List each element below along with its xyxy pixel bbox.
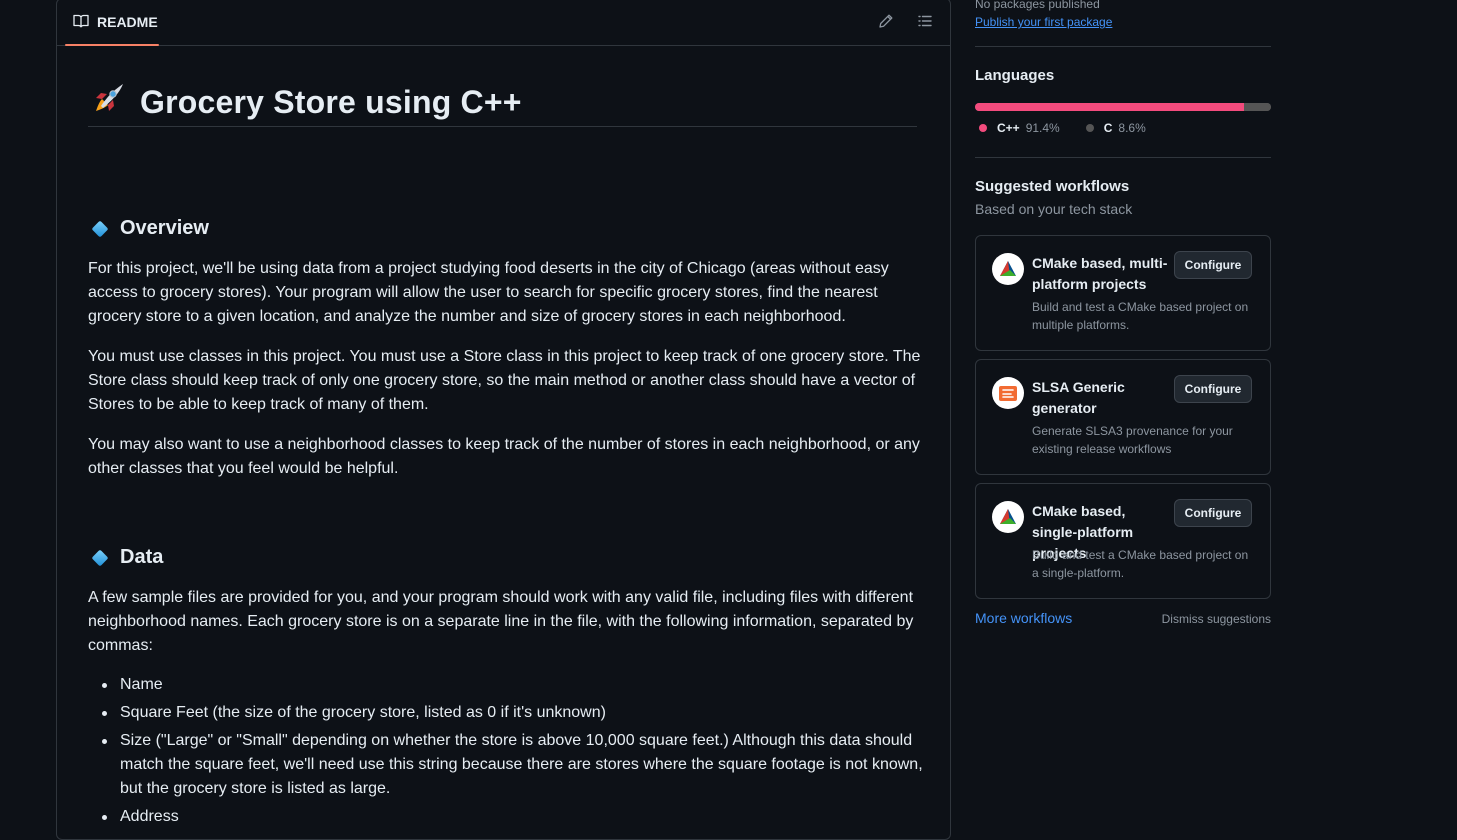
- overview-paragraph-2: You must use classes in this project. Yo…: [88, 348, 921, 413]
- rocket-icon: [88, 81, 126, 124]
- diamond-icon: [91, 549, 109, 566]
- workflow-card-slsa: SLSA Generic generator Configure Generat…: [975, 359, 1271, 475]
- languages-bar: [975, 103, 1271, 111]
- language-bar-segment-cpp: [975, 103, 1244, 111]
- outline-list-icon[interactable]: [915, 11, 935, 31]
- edit-pencil-icon[interactable]: [876, 11, 896, 31]
- language-item-cpp[interactable]: C++ 91.4%: [975, 121, 1060, 135]
- dismiss-suggestions-button[interactable]: Dismiss suggestions: [1162, 612, 1271, 626]
- languages-legend: C++ 91.4% C 8.6%: [975, 121, 1146, 135]
- readme-tab-label: README: [97, 14, 158, 30]
- overview-paragraph-1: For this project, we'll be using data fr…: [88, 260, 889, 325]
- list-item: Square Feet (the size of the grocery sto…: [88, 701, 923, 725]
- language-dot: [1085, 124, 1094, 132]
- readme-title: Grocery Store using C++: [140, 84, 522, 120]
- data-heading-text: Data: [120, 546, 164, 568]
- list-item: Name: [88, 673, 923, 697]
- overview-paragraph-3: You may also want to use a neighborhood …: [88, 436, 920, 477]
- configure-button[interactable]: Configure: [1174, 499, 1252, 527]
- cmake-icon: [992, 501, 1024, 533]
- language-percent: 8.6%: [1118, 121, 1146, 135]
- cmake-icon: [992, 253, 1024, 285]
- divider: [975, 157, 1271, 158]
- data-paragraph: A few sample files are provided for you,…: [88, 589, 914, 654]
- language-item-c[interactable]: C 8.6%: [1082, 121, 1146, 135]
- packages-status: No packages published: [975, 0, 1100, 11]
- slsa-icon: [992, 377, 1024, 409]
- configure-button[interactable]: Configure: [1174, 251, 1252, 279]
- overview-heading-text: Overview: [120, 217, 209, 239]
- languages-heading: Languages: [975, 67, 1055, 84]
- readme-tab[interactable]: README: [65, 0, 159, 46]
- more-workflows-link[interactable]: More workflows: [975, 610, 1072, 626]
- readme-header: README: [57, 0, 950, 46]
- overview-heading: Overview: [88, 217, 209, 240]
- list-item: Address: [88, 805, 923, 829]
- list-item: Size ("Large" or "Small" depending on wh…: [88, 729, 923, 801]
- readme-card: README Grocery Store using C++ Overview …: [56, 0, 951, 840]
- language-bar-segment-c: [1245, 103, 1271, 111]
- language-percent: 91.4%: [1025, 121, 1060, 135]
- workflow-description: Generate SLSA3 provenance for your exist…: [1032, 424, 1233, 456]
- language-dot: [979, 124, 987, 132]
- readme-title-row: Grocery Store using C++: [88, 78, 917, 127]
- diamond-icon: [91, 220, 109, 237]
- workflow-card-cmake-single: CMake based, single-platform projects Co…: [975, 483, 1271, 599]
- workflows-subheading: Based on your tech stack: [975, 201, 1133, 217]
- language-name: C: [1103, 121, 1113, 135]
- workflow-description: Build and test a CMake based project on …: [1032, 300, 1249, 332]
- workflow-card-cmake-multi: CMake based, multi-platform projects Con…: [975, 235, 1271, 351]
- workflow-description: Build and test a CMake based project on …: [1032, 548, 1249, 580]
- data-fields-list: Name Square Feet (the size of the grocer…: [88, 673, 923, 833]
- configure-button[interactable]: Configure: [1174, 375, 1252, 403]
- divider: [975, 46, 1271, 47]
- workflows-heading: Suggested workflows: [975, 178, 1130, 195]
- workflow-title[interactable]: CMake based, multi-platform projects: [1032, 253, 1172, 295]
- book-icon: [73, 13, 89, 32]
- language-name: C++: [997, 121, 1020, 135]
- publish-package-link[interactable]: Publish your first package: [975, 15, 1112, 29]
- data-heading: Data: [88, 546, 163, 569]
- workflow-title[interactable]: SLSA Generic generator: [1032, 377, 1172, 419]
